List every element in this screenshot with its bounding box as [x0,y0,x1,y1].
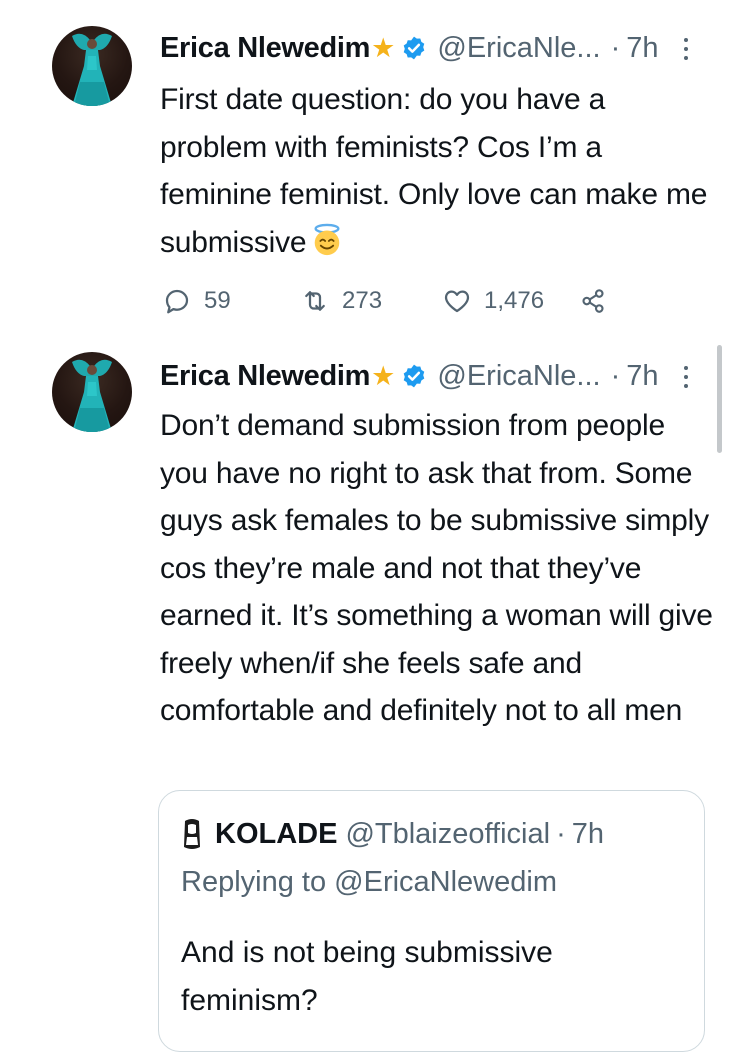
reply-button[interactable]: 59 [162,283,231,319]
share-icon [582,289,604,313]
author-handle[interactable]: @EricaNle... [437,32,600,65]
separator-dot: · [556,817,566,850]
replying-to-label: Replying to [181,866,327,898]
quoted-tweet-text: And is not being submissive feminism? [181,936,553,1017]
retweet-count: 273 [342,287,383,314]
quoted-tweet[interactable]: KOLADE @Tblaizeofficial · 7h Replying to… [158,790,705,1052]
star-icon: ★ [371,32,396,63]
quoted-tweet-header: KOLADE @Tblaizeofficial · 7h [181,817,604,851]
tweet-text: Don’t demand submission from people you … [160,409,713,727]
author-name[interactable]: Erica Nlewedim [160,360,370,393]
separator-dot: · [610,359,621,392]
tweet-header: Erica Nlewedim ★ @EricaNle... · 7h [160,31,659,65]
more-options-icon[interactable] [683,366,689,392]
scrollbar[interactable] [717,345,722,453]
verified-badge-icon [404,364,425,388]
reply-count: 59 [204,287,231,314]
replying-to-handle[interactable]: @EricaNlewedim [334,866,557,898]
verified-badge-icon [404,36,425,60]
tweet-text: First date question: do you have a probl… [160,76,720,266]
quoted-author-name[interactable]: KOLADE [215,818,337,851]
quoted-author-handle[interactable]: @Tblaizeofficial [345,818,550,851]
avatar[interactable] [52,352,132,432]
avatar[interactable] [52,26,132,106]
heart-icon [444,290,470,313]
quoted-timestamp[interactable]: 7h [572,818,604,851]
author-handle[interactable]: @EricaNle... [437,360,600,393]
retweet-icon [305,291,325,311]
share-button[interactable] [578,283,608,319]
like-button[interactable]: 1,476 [442,283,544,319]
smiling-face-with-halo-icon [314,223,340,255]
more-options-icon[interactable] [683,38,689,64]
tweet-text-content: First date question: do you have a probl… [160,83,708,259]
tweet-header: Erica Nlewedim ★ @EricaNle... · 7h [160,359,659,393]
tweet-actions: 59 273 1,476 [160,283,640,319]
replying-to: Replying to @EricaNlewedim [181,866,557,899]
author-name[interactable]: Erica Nlewedim [160,32,370,65]
reply-icon [165,289,189,314]
retweet-button[interactable]: 273 [300,283,382,319]
quoted-avatar[interactable] [181,817,203,851]
timestamp[interactable]: 7h [626,32,658,65]
timestamp[interactable]: 7h [626,360,658,393]
like-count: 1,476 [484,287,545,314]
star-icon: ★ [371,360,396,391]
separator-dot: · [610,31,621,64]
